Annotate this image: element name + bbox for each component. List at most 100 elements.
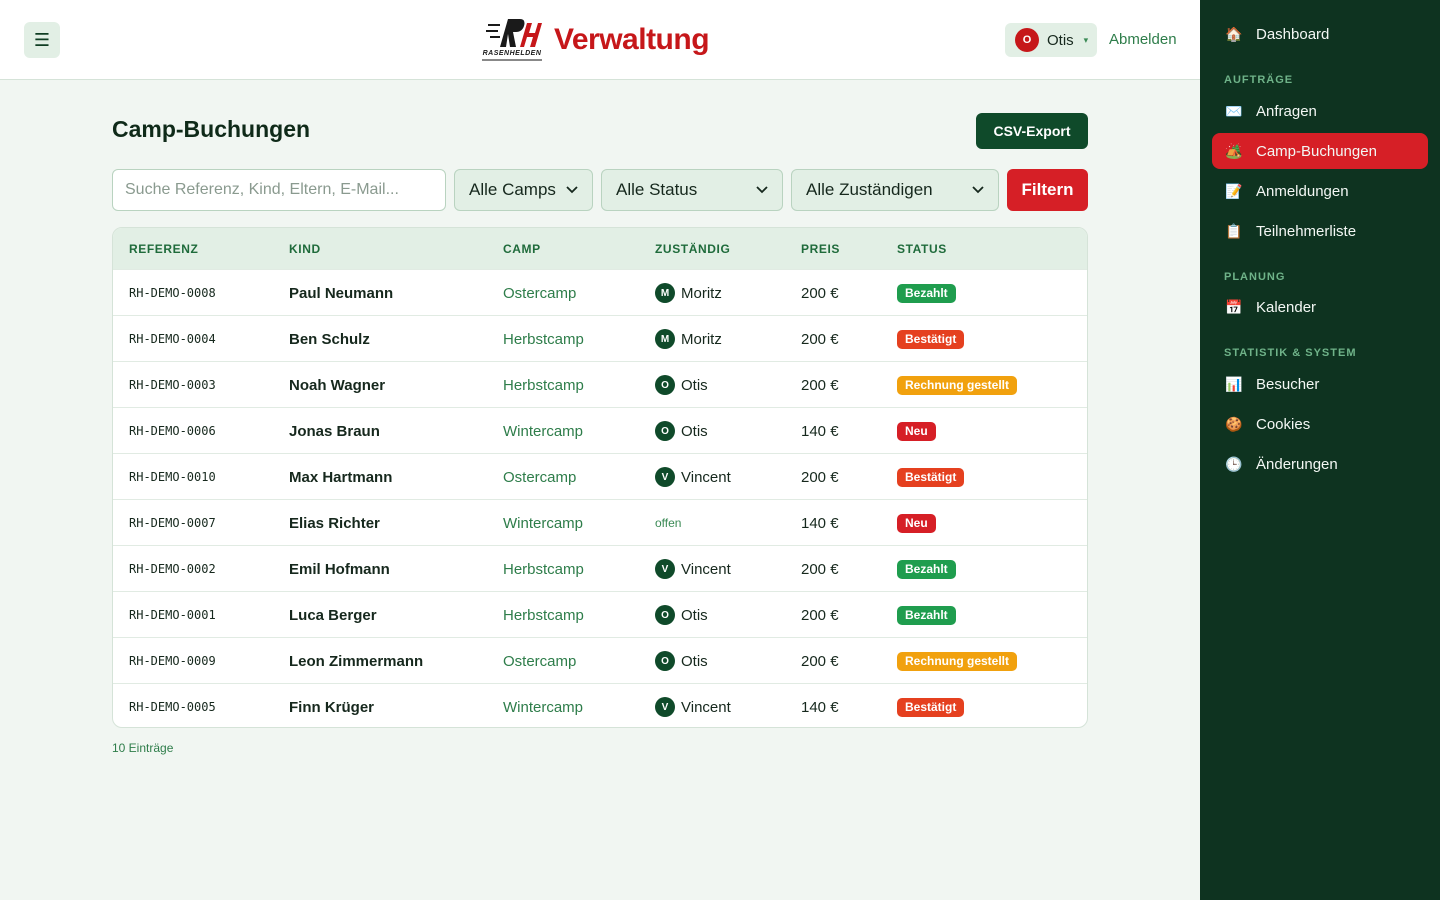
table-row[interactable]: RH-DEMO-0001 Luca Berger Herbstcamp O Otis 20… [113,591,1087,637]
table-row[interactable]: RH-DEMO-0010 Max Hartmann Ostercamp V Vincen… [113,453,1087,500]
logout-link[interactable]: Abmelden [1109,31,1177,48]
owner-avatar: V [655,467,675,487]
cell-preis: 200 € [801,330,839,348]
cell-kind: Noah Wagner [289,376,386,394]
owner-name: Vincent [681,698,731,716]
cell-zustaendig: M Moritz [655,316,722,362]
csv-export-button[interactable]: CSV-Export [976,113,1088,149]
owner-name: Moritz [681,284,722,302]
table-row[interactable]: RH-DEMO-0006 Jonas Braun Wintercamp O Otis 14… [113,407,1087,453]
cell-kind: Max Hartmann [289,468,393,486]
filter-button[interactable]: Filtern [1007,169,1088,211]
top-header: ☰ RASENHELDEN Verwaltung O Otis ▾ Abmeld… [0,0,1200,80]
cell-kind: Paul Neumann [289,284,394,302]
user-name: Otis [1047,31,1074,49]
cell-camp: Ostercamp [503,284,577,302]
cell-preis: 200 € [801,468,839,486]
column-header-camp[interactable]: CAMP [503,242,541,256]
sidebar-item-besucher[interactable]: 📊 Besucher [1212,366,1428,402]
sidebar-item-label: Teilnehmerliste [1256,222,1357,240]
sidebar-item-label: Cookies [1256,415,1311,433]
brand: RASENHELDEN Verwaltung [482,14,710,66]
owner-name: Otis [681,376,708,394]
sidebar-item-anmeldungen[interactable]: 📝 Anmeldungen [1212,173,1428,209]
column-header-zustaendig[interactable]: ZUSTÄNDIG [655,242,730,256]
table-row[interactable]: RH-DEMO-0009 Leon Zimmermann Ostercamp O Oti… [113,637,1087,684]
search-input[interactable] [112,169,446,211]
user-avatar: O [1015,28,1039,52]
cell-preis: 140 € [801,698,839,716]
owner-name: Moritz [681,330,722,348]
cell-referenz: RH-DEMO-0006 [129,424,216,438]
user-menu-button[interactable]: O Otis ▾ [1005,23,1097,57]
sidebar-item-aenderungen[interactable]: 🕒 Änderungen [1212,446,1428,482]
status-badge: Neu [897,513,936,533]
status-badge: Neu [897,421,936,441]
cell-preis: 200 € [801,376,839,394]
owner-avatar: M [655,283,675,303]
cell-zustaendig: V Vincent [655,454,731,500]
menu-toggle-button[interactable]: ☰ [24,22,60,58]
chevron-down-icon [972,186,984,194]
table-row[interactable]: RH-DEMO-0004 Ben Schulz Herbstcamp M Moritz 2… [113,315,1087,362]
table-row[interactable]: RH-DEMO-0005 Finn Krüger Wintercamp V Vincen… [113,683,1087,727]
cell-kind: Ben Schulz [289,330,370,348]
cell-preis: 200 € [801,284,839,302]
logo-mark-icon [486,19,542,47]
sidebar-section-stats: STATISTIK & SYSTEM [1224,347,1357,359]
hamburger-icon: ☰ [33,29,51,51]
table-row[interactable]: RH-DEMO-0007 Elias Richter Wintercamp offen… [113,499,1087,546]
sidebar-item-anfragen[interactable]: ✉️ Anfragen [1212,93,1428,129]
status-filter-select[interactable]: Alle Status [601,169,783,211]
owner-unassigned: offen [655,516,682,530]
table-row[interactable]: RH-DEMO-0003 Noah Wagner Herbstcamp O Otis 20… [113,361,1087,408]
owner-name: Otis [681,652,708,670]
cell-status: Neu [897,500,936,546]
calendar-icon: 📅 [1225,298,1243,315]
sidebar-item-camp-buchungen[interactable]: 🏕️ Camp-Buchungen [1212,133,1428,169]
column-header-referenz[interactable]: REFERENZ [129,242,198,256]
camp-icon: 🏕️ [1225,142,1243,159]
owner-name: Otis [681,422,708,440]
rasenhelden-logo: RASENHELDEN [482,15,542,65]
column-header-kind[interactable]: KIND [289,242,321,256]
cell-referenz: RH-DEMO-0004 [129,332,216,346]
envelope-icon: ✉️ [1225,102,1243,119]
cell-preis: 140 € [801,514,839,532]
sidebar-item-label: Änderungen [1256,455,1338,473]
owner-avatar: V [655,697,675,717]
bookings-table: REFERENZ KIND CAMP ZUSTÄNDIG PREIS STATU… [112,227,1088,728]
table-row[interactable]: RH-DEMO-0008 Paul Neumann Ostercamp M Moritz… [113,269,1087,315]
sidebar-item-label: Camp-Buchungen [1256,142,1377,160]
app-title: Verwaltung [554,23,710,56]
cell-status: Rechnung gestellt [897,362,1018,408]
owner-filter-value: Alle Zuständigen [806,180,933,199]
table-header: REFERENZ KIND CAMP ZUSTÄNDIG PREIS STATU… [113,228,1087,269]
column-header-status[interactable]: STATUS [897,242,947,256]
table-row[interactable]: RH-DEMO-0002 Emil Hofmann Herbstcamp V Vince… [113,545,1087,592]
camp-filter-select[interactable]: Alle Camps [454,169,593,211]
cell-referenz: RH-DEMO-0002 [129,562,216,576]
cell-zustaendig: V Vincent [655,546,731,592]
sidebar: 🏠 Dashboard AUFTRÄGE ✉️ Anfragen 🏕️ Camp… [1200,0,1440,900]
cell-preis: 200 € [801,606,839,624]
column-header-preis[interactable]: PREIS [801,242,840,256]
status-badge: Bezahlt [897,283,956,303]
owner-filter-select[interactable]: Alle Zuständigen [791,169,999,211]
logo-wordmark: RASENHELDEN [482,50,542,57]
cell-kind: Jonas Braun [289,422,380,440]
cell-zustaendig: O Otis [655,638,708,684]
owner-avatar: O [655,421,675,441]
sidebar-item-teilnehmerliste[interactable]: 📋 Teilnehmerliste [1212,213,1428,249]
chevron-down-icon [756,186,768,194]
bar-chart-icon: 📊 [1225,375,1243,392]
sidebar-item-cookies[interactable]: 🍪 Cookies [1212,406,1428,442]
cell-camp: Wintercamp [503,514,584,532]
home-icon: 🏠 [1225,25,1243,42]
sidebar-item-kalender[interactable]: 📅 Kalender [1212,289,1428,325]
cookie-icon: 🍪 [1225,415,1243,432]
cell-referenz: RH-DEMO-0010 [129,470,216,484]
sidebar-item-dashboard[interactable]: 🏠 Dashboard [1212,16,1428,52]
owner-avatar: O [655,375,675,395]
cell-camp: Herbstcamp [503,376,584,394]
